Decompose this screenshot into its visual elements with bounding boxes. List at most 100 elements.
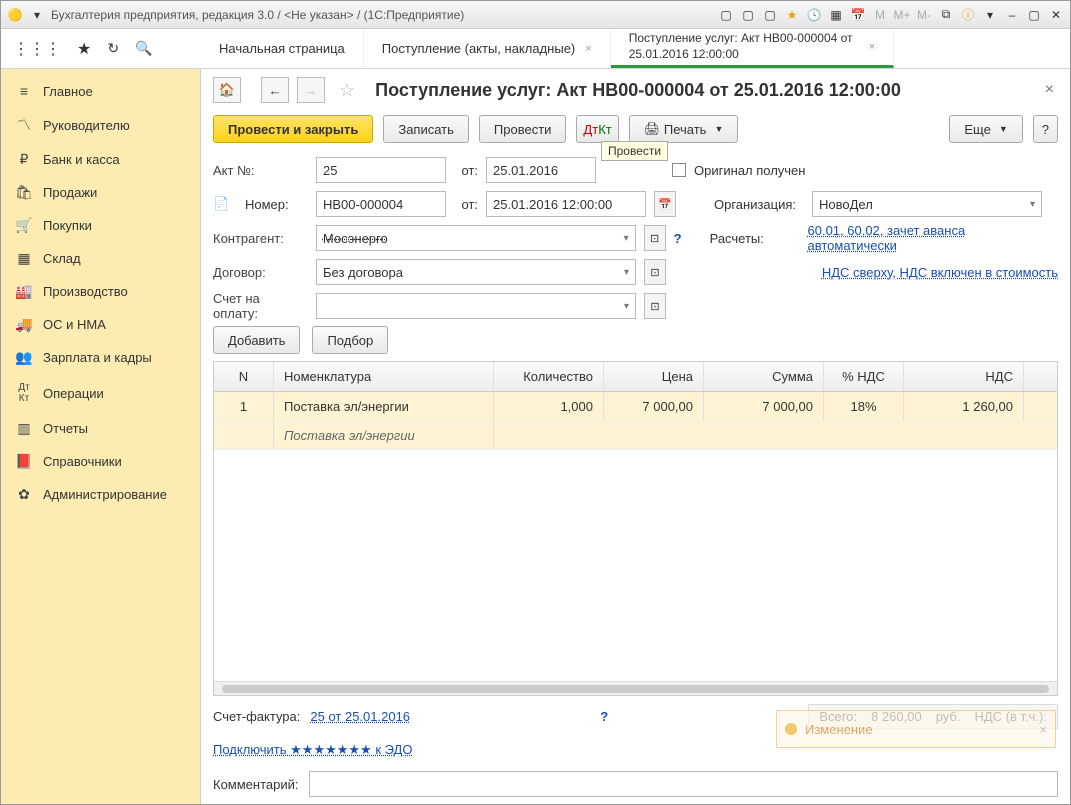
dropdown-icon[interactable]: ▾	[982, 7, 998, 23]
calendar-icon[interactable]: 📅	[850, 7, 866, 23]
history-icon[interactable]: ↻	[107, 40, 119, 57]
help-icon[interactable]: ?	[600, 709, 608, 724]
m-icon[interactable]: M	[872, 7, 888, 23]
sidebar-item-purchases[interactable]: 🛒Покупки	[1, 209, 200, 242]
post-and-close-button[interactable]: Провести и закрыть	[213, 115, 373, 143]
number-date-input[interactable]: 25.01.2016 12:00:00	[486, 191, 646, 217]
dropdown-icon[interactable]: ▾	[29, 7, 45, 23]
calendar-button[interactable]: 📅	[654, 191, 676, 217]
close-document-icon[interactable]: ×	[1041, 81, 1058, 99]
search-icon[interactable]: 🔍	[135, 40, 152, 57]
invoice-input[interactable]	[316, 293, 636, 319]
sidebar-item-manager[interactable]: 〽Руководителю	[1, 107, 200, 143]
number-input[interactable]: НВ00-000004	[316, 191, 446, 217]
edo-link[interactable]: Подключить ★★★★★★★ к ЭДО	[213, 742, 412, 758]
cart-icon: 🛒	[15, 217, 33, 234]
sfact-link[interactable]: 25 от 25.01.2016	[310, 709, 410, 724]
sidebar-item-warehouse[interactable]: ▦Склад	[1, 242, 200, 275]
original-received-label: Оригинал получен	[694, 163, 805, 178]
table-row[interactable]: 1 Поставка эл/энергии 1,000 7 000,00 7 0…	[214, 392, 1057, 422]
act-number-input[interactable]: 25	[316, 157, 446, 183]
tooltip: Провести	[601, 141, 668, 161]
save-button[interactable]: Записать	[383, 115, 469, 143]
toolbar-icon[interactable]: ▢	[740, 7, 756, 23]
sidebar-item-salary[interactable]: 👥Зарплата и кадры	[1, 341, 200, 374]
nds-link[interactable]: НДС сверху, НДС включен в стоимость	[822, 265, 1058, 280]
info-icon[interactable]: ⓘ	[960, 7, 976, 23]
help-icon[interactable]: ?	[674, 231, 682, 246]
favorite-icon[interactable]: ☆	[339, 80, 355, 101]
sidebar-item-admin[interactable]: ✿Администрирование	[1, 478, 200, 511]
col-vat-value[interactable]: НДС	[904, 362, 1024, 391]
org-input[interactable]: НовоДел	[812, 191, 1042, 217]
open-invoice-button[interactable]: ⊡	[644, 293, 666, 319]
home-button[interactable]: 🏠	[213, 77, 241, 103]
invoice-label: Счет на оплату:	[213, 291, 308, 321]
add-row-button[interactable]: Добавить	[213, 326, 300, 354]
window-title: Бухгалтерия предприятия, редакция 3.0 / …	[51, 8, 464, 22]
calc-link[interactable]: 60.01, 60.02, зачет аванса автоматически	[808, 223, 1059, 253]
ruble-icon: ₽	[15, 151, 33, 168]
contractor-input[interactable]: Мосэнерго	[316, 225, 636, 251]
star-icon[interactable]: ★	[77, 39, 91, 59]
pick-button[interactable]: Подбор	[312, 326, 388, 354]
print-button[interactable]: 🖨 Печать▼	[629, 115, 739, 143]
sidebar-item-operations[interactable]: ДтКтОперации	[1, 374, 200, 412]
app-icon: 🟡	[7, 7, 23, 23]
contract-input[interactable]: Без договора	[316, 259, 636, 285]
col-sum[interactable]: Сумма	[704, 362, 824, 391]
dtct-button[interactable]: ДтКт	[576, 115, 618, 143]
toolbar-icon[interactable]: ▢	[718, 7, 734, 23]
tab-documents[interactable]: Поступление (акты, накладные)×	[364, 29, 611, 68]
tab-current-document[interactable]: Поступление услуг: Акт НВ00-000004 от 25…	[611, 29, 894, 68]
calc-icon[interactable]: ▦	[828, 7, 844, 23]
back-button[interactable]: ←	[261, 77, 289, 103]
contract-label: Договор:	[213, 265, 308, 280]
close-notification-icon[interactable]: ×	[1039, 722, 1047, 737]
favorites-icon[interactable]: ★	[784, 7, 800, 23]
document-title: Поступление услуг: Акт НВ00-000004 от 25…	[375, 80, 901, 101]
panel-icon[interactable]: ⧉	[938, 7, 954, 23]
comment-label: Комментарий:	[213, 777, 299, 792]
sidebar-item-assets[interactable]: 🚚ОС и НМА	[1, 308, 200, 341]
notification-icon	[785, 723, 797, 735]
minimize-icon[interactable]: –	[1004, 7, 1020, 23]
comment-input[interactable]	[309, 771, 1059, 797]
sidebar-item-sales[interactable]: 🛍Продажи	[1, 176, 200, 209]
window-titlebar: 🟡 ▾ Бухгалтерия предприятия, редакция 3.…	[1, 1, 1070, 29]
close-tab-icon[interactable]: ×	[869, 41, 875, 53]
close-icon[interactable]: ✕	[1048, 7, 1064, 23]
col-quantity[interactable]: Количество	[494, 362, 604, 391]
sidebar-item-reports[interactable]: ▥Отчеты	[1, 412, 200, 445]
col-price[interactable]: Цена	[604, 362, 704, 391]
forward-button[interactable]: →	[297, 77, 325, 103]
col-vat-percent[interactable]: % НДС	[824, 362, 904, 391]
m-plus-icon[interactable]: M+	[894, 7, 910, 23]
horizontal-scrollbar[interactable]	[214, 681, 1057, 695]
history-icon[interactable]: 🕓	[806, 7, 822, 23]
notification-popup[interactable]: Изменение ×	[776, 710, 1056, 748]
sidebar-item-production[interactable]: 🏭Производство	[1, 275, 200, 308]
col-nomenclature[interactable]: Номенклатура	[274, 362, 494, 391]
document-content: 🏠 ← → ☆ Поступление услуг: Акт НВ00-0000…	[201, 69, 1070, 804]
col-n[interactable]: N	[214, 362, 274, 391]
more-button[interactable]: Еще▼	[949, 115, 1022, 143]
book-icon: 📕	[15, 453, 33, 470]
help-button[interactable]: ?	[1033, 115, 1058, 143]
sidebar-item-main[interactable]: ≡Главное	[1, 75, 200, 107]
act-date-input[interactable]: 25.01.2016	[486, 157, 596, 183]
sidebar-item-bank[interactable]: ₽Банк и касса	[1, 143, 200, 176]
maximize-icon[interactable]: ▢	[1026, 7, 1042, 23]
post-button[interactable]: Провести	[479, 115, 567, 143]
open-contract-button[interactable]: ⊡	[644, 259, 666, 285]
close-tab-icon[interactable]: ×	[585, 43, 591, 55]
gear-icon: ✿	[15, 486, 33, 503]
apps-icon[interactable]: ⋮⋮⋮	[13, 39, 61, 59]
original-received-checkbox[interactable]	[672, 163, 686, 177]
tab-home[interactable]: Начальная страница	[201, 29, 364, 68]
sidebar-item-directories[interactable]: 📕Справочники	[1, 445, 200, 478]
open-contractor-button[interactable]: ⊡	[644, 225, 666, 251]
m-minus-icon[interactable]: M-	[916, 7, 932, 23]
toolbar-icon[interactable]: ▢	[762, 7, 778, 23]
table-row-sub[interactable]: Поставка эл/энергии	[214, 422, 1057, 450]
